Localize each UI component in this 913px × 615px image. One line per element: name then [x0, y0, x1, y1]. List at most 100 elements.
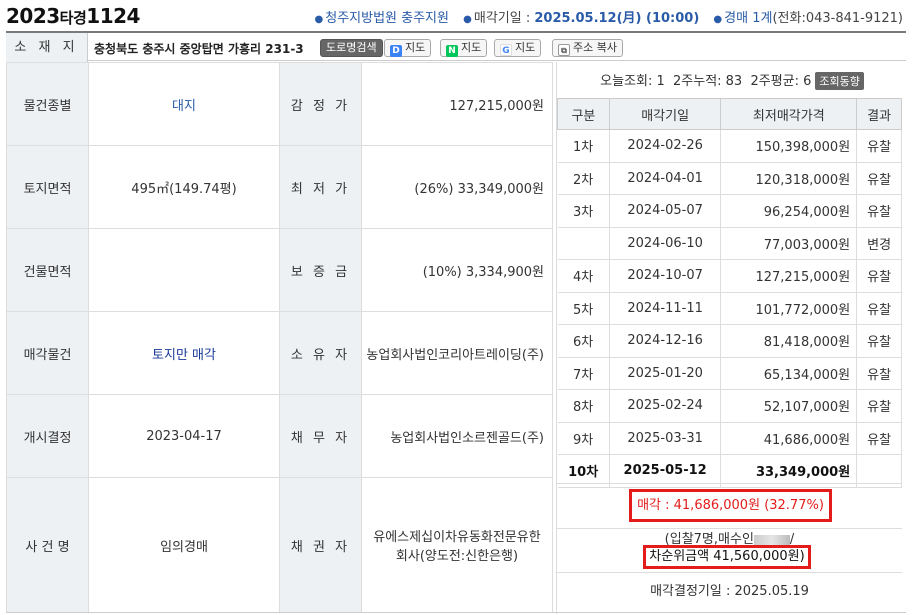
- round-price: 101,772,000원: [720, 292, 858, 325]
- round-row: 8차 2025-02-24 52,107,000원 유찰: [557, 389, 902, 423]
- view-trend-button[interactable]: 조회동향: [815, 72, 864, 90]
- detail-label: 채 무 자: [279, 394, 362, 478]
- court-link[interactable]: 청주지방법원 충주지원: [325, 11, 449, 26]
- redacted-buyer: [753, 534, 790, 545]
- round-round: 7차: [557, 357, 610, 390]
- round-round: 8차: [557, 389, 610, 423]
- round-price: 52,107,000원: [720, 389, 858, 423]
- round-result: 유찰: [856, 324, 902, 358]
- google-map-button[interactable]: G 지도: [494, 39, 542, 57]
- daum-icon: D: [390, 45, 402, 57]
- copy-icon: ⧉: [558, 44, 570, 56]
- round-result: 유찰: [856, 357, 902, 390]
- auction-date: 2025.05.12(月) (10:00): [534, 11, 700, 26]
- phone: (전화:043-841-9121): [772, 11, 903, 26]
- divider: [557, 483, 902, 484]
- detail-label: 토지면적: [6, 145, 89, 229]
- case-header: 2023타경1124 ● 청주지방법원 충주지원 ● 매각기일 : 2025.05.…: [0, 0, 913, 30]
- round-round: 1차: [557, 129, 610, 163]
- round-result: 유찰: [856, 259, 902, 293]
- col-header: 최저매각가격: [720, 98, 858, 130]
- round-result: 유찰: [856, 194, 902, 228]
- road-search-button[interactable]: 도로명검색: [320, 39, 383, 57]
- dept-link[interactable]: 경매 1계: [724, 11, 772, 26]
- col-header: 매각기일: [608, 98, 722, 130]
- naver-map-button[interactable]: N 지도: [440, 39, 488, 57]
- sale-result: 매각 : 41,686,000원 (32.77%): [629, 489, 832, 522]
- detail-table: 물건종별 대지 감 정 가 127,215,000원 토지면적 495㎡(149…: [6, 62, 553, 613]
- round-row: 5차 2024-11-11 101,772,000원 유찰: [557, 292, 902, 325]
- col-header: 구분: [557, 98, 610, 130]
- creditor: 유에스제십이차유동화전문유한회사(양도전:신한은행): [361, 477, 553, 613]
- building-area: [88, 228, 280, 312]
- detail-label: 건물면적: [6, 228, 89, 312]
- round-price: 120,318,000원: [720, 162, 858, 195]
- detail-row: 매각물건 토지만 매각 소 유 자 농업회사법인코리아트레이딩(주): [6, 311, 553, 395]
- round-price: 65,134,000원: [720, 357, 858, 390]
- detail-label: 감 정 가: [279, 62, 362, 146]
- round-price: 96,254,000원: [720, 194, 858, 228]
- round-row: 6차 2024-12-16 81,418,000원 유찰: [557, 324, 902, 358]
- round-round: 2차: [557, 162, 610, 195]
- bullet-icon: ●: [713, 14, 723, 25]
- round-row: 9차 2025-03-31 41,686,000원 유찰: [557, 422, 902, 455]
- appraisal-value: 127,215,000원: [361, 62, 553, 146]
- detail-label: 보 증 금: [279, 228, 362, 312]
- bullet-icon: ●: [463, 14, 472, 25]
- round-date: 2024-10-07: [609, 259, 722, 293]
- round-price: 150,398,000원: [720, 129, 858, 163]
- detail-label: 개시결정: [6, 394, 89, 478]
- decision-date: 매각결정기일 : 2025.05.19: [650, 584, 809, 599]
- round-price: 127,215,000원: [720, 259, 858, 293]
- round-row: 4차 2024-10-07 127,215,000원 유찰: [557, 259, 902, 293]
- round-price: 77,003,000원: [720, 227, 858, 260]
- rounds-table: 구분 매각기일 최저매각가격 결과 1차 2024-02-26 150,398,00…: [557, 98, 902, 488]
- round-row: 7차 2025-01-20 65,134,000원 유찰: [557, 357, 902, 390]
- round-row: 2024-06-10 77,003,000원 변경: [557, 227, 902, 260]
- daum-map-button[interactable]: D 지도: [384, 39, 432, 57]
- round-result: 유찰: [856, 292, 902, 325]
- detail-label: 물건종별: [6, 62, 89, 146]
- round-result: 유찰: [856, 129, 902, 163]
- min-price: (26%) 33,349,000원: [361, 145, 553, 229]
- deposit: (10%) 3,334,900원: [361, 228, 553, 312]
- sale-object-link[interactable]: 토지만 매각: [88, 311, 280, 395]
- round-price: 81,418,000원: [720, 324, 858, 358]
- detail-label: 최 저 가: [279, 145, 362, 229]
- round-date: 2024-11-11: [609, 292, 722, 325]
- round-row: 2차 2024-04-01 120,318,000원 유찰: [557, 162, 902, 195]
- round-round: 9차: [557, 422, 610, 455]
- google-icon: G: [500, 44, 512, 56]
- divider: [557, 572, 902, 573]
- col-header: 결과: [856, 98, 902, 130]
- round-date: 2024-04-01: [609, 162, 722, 195]
- round-date: 2025-02-24: [609, 389, 722, 423]
- detail-row: 토지면적 495㎡(149.74평) 최 저 가 (26%) 33,349,00…: [6, 145, 553, 229]
- detail-row: 개시결정 2023-04-17 채 무 자 농업회사법인소르젠골드(주): [6, 394, 553, 478]
- copy-address-button[interactable]: ⧉ 주소 복사: [552, 39, 623, 57]
- address-row: 소 재 지 충청북도 충주시 중앙탑면 가흥리 231-3 도로명검색 D 지도 …: [6, 31, 906, 62]
- round-result: 변경: [856, 227, 902, 260]
- round-date: 2024-05-07: [609, 194, 722, 228]
- owner: 농업회사법인코리아트레이딩(주): [361, 311, 553, 395]
- detail-row: 사 건 명 임의경매 채 권 자 유에스제십이차유동화전문유한회사(양도전:신한…: [6, 477, 553, 613]
- round-result: 유찰: [856, 162, 902, 195]
- debtor: 농업회사법인소르젠골드(주): [361, 394, 553, 478]
- divider: [6, 612, 906, 613]
- start-date: 2023-04-17: [88, 394, 280, 478]
- property-type: 대지: [88, 62, 280, 146]
- auction-history-panel: 오늘조회: 1 2주누적: 83 2주평균: 6 조회동향 구분 매각기일 최저매…: [556, 62, 906, 614]
- address-label: 소 재 지: [6, 33, 88, 62]
- round-result: 유찰: [856, 389, 902, 423]
- land-area: 495㎡(149.74평): [88, 145, 280, 229]
- round-price: 41,686,000원: [720, 422, 858, 455]
- detail-label: 사 건 명: [6, 477, 89, 613]
- case-number: 2023타경1124: [6, 4, 140, 28]
- round-round: [557, 227, 610, 260]
- round-round: 4차: [557, 259, 610, 293]
- round-round: 3차: [557, 194, 610, 228]
- detail-row: 건물면적 보 증 금 (10%) 3,334,900원: [6, 228, 553, 312]
- case-info: ● 청주지방법원 충주지원 ● 매각기일 : 2025.05.12(月) (10:0…: [314, 11, 903, 26]
- round-result: 유찰: [856, 422, 902, 455]
- round-date: 2024-02-26: [609, 129, 722, 163]
